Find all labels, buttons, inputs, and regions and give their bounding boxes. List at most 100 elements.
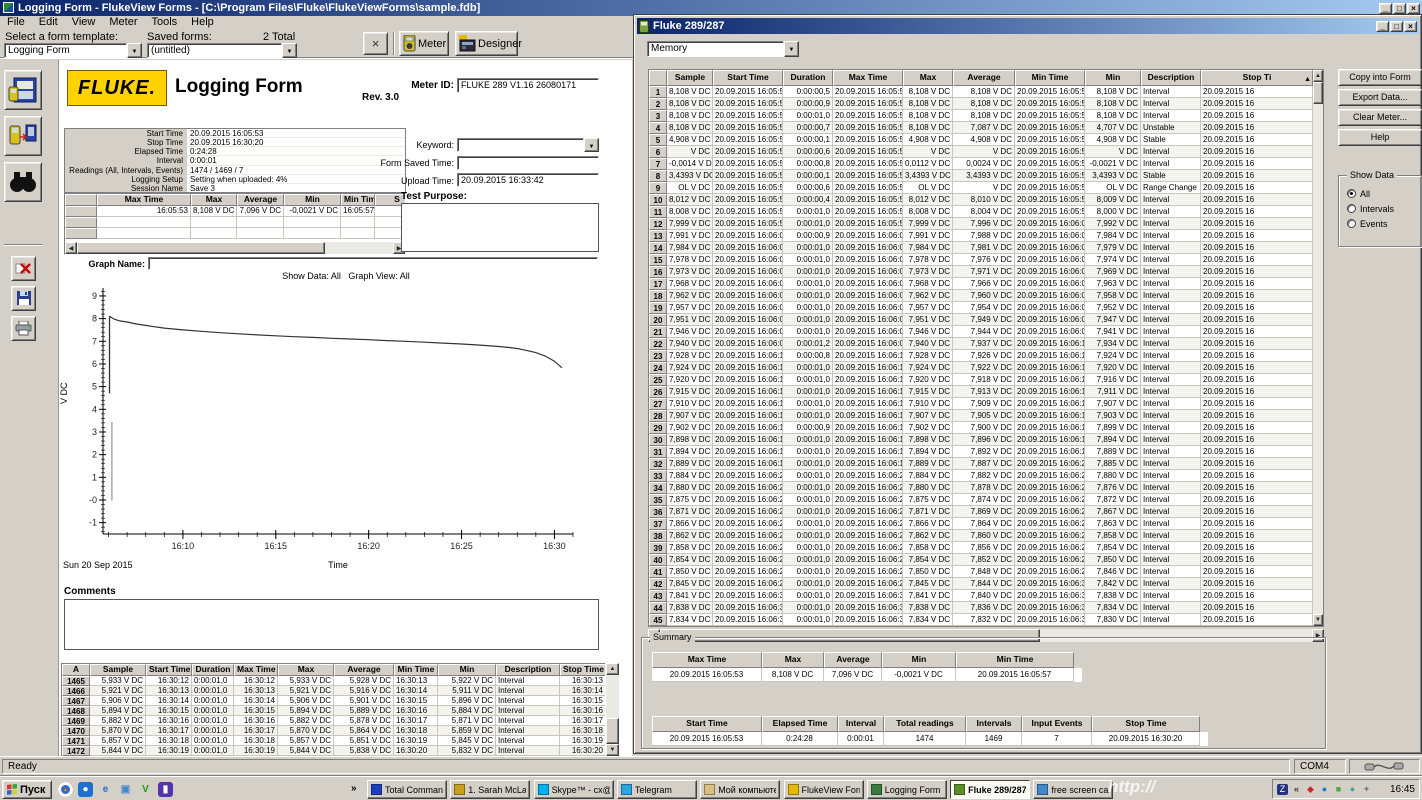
scroll-down-button[interactable]: ▼ (606, 744, 619, 756)
table-row[interactable]: 48,108 V DC20.09.2015 16:05:550:00:00,72… (649, 122, 1313, 134)
form-template-select[interactable]: Logging Form (4, 43, 142, 58)
column-header[interactable]: Min (284, 194, 341, 206)
table-row[interactable]: 307,898 V DC20.09.2015 16:06:170:00:01,0… (649, 434, 1313, 446)
task-button[interactable]: free screen capture tool ... (1033, 780, 1113, 799)
upload-from-meter-button[interactable] (4, 116, 42, 156)
start-button[interactable]: Пуск (2, 780, 52, 799)
scroll-down-button[interactable]: ▼ (1313, 614, 1323, 626)
table-row[interactable]: 83,4393 V DC20.09.2015 16:05:570:00:00,1… (649, 170, 1313, 182)
table-row[interactable]: 147,984 V DC20.09.2015 16:06:010:00:01,0… (649, 242, 1313, 254)
scroll-thumb[interactable] (77, 242, 325, 254)
table-row[interactable]: 347,880 V DC20.09.2015 16:06:210:00:01,0… (649, 482, 1313, 494)
floppy-icon[interactable]: ▮ (158, 782, 173, 797)
table-row[interactable]: 14665,921 V DC16:30:130:00:01,016:30:135… (62, 686, 605, 696)
vertical-scrollbar[interactable]: ▲▼ (1313, 70, 1323, 626)
tray-clock[interactable]: 16:45 (1390, 784, 1415, 795)
table-row[interactable]: 317,894 V DC20.09.2015 16:06:180:00:01,0… (649, 446, 1313, 458)
keyword-select[interactable] (457, 138, 599, 152)
column-header[interactable]: Duration (783, 70, 833, 86)
column-header[interactable]: Description (496, 664, 560, 676)
menu-tools[interactable]: Tools (144, 16, 184, 29)
menu-edit[interactable]: Edit (32, 16, 65, 29)
minimize-button[interactable]: _ (1376, 21, 1389, 32)
table-row[interactable]: 207,951 V DC20.09.2015 16:06:070:00:01,0… (649, 314, 1313, 326)
table-row[interactable]: 297,902 V DC20.09.2015 16:06:160:00:00,9… (649, 422, 1313, 434)
table-row[interactable]: 16:05:538,108 V DC7,096 V DC-0,0021 V DC… (65, 206, 406, 217)
tray-collapse-icon[interactable]: « (1291, 784, 1302, 795)
column-header[interactable]: Total readings (884, 716, 966, 732)
table-row[interactable]: 157,978 V DC20.09.2015 16:06:020:00:01,0… (649, 254, 1313, 266)
graph-name-field[interactable] (148, 257, 598, 270)
scroll-up-button[interactable]: ▲ (1313, 70, 1323, 82)
table-row[interactable]: 187,962 V DC20.09.2015 16:06:050:00:01,0… (649, 290, 1313, 302)
table-row[interactable]: 237,928 V DC20.09.2015 16:06:100:00:00,8… (649, 350, 1313, 362)
table-row[interactable]: 357,875 V DC20.09.2015 16:06:220:00:01,0… (649, 494, 1313, 506)
menu-help[interactable]: Help (184, 16, 221, 29)
column-header[interactable]: Min Time (341, 194, 375, 206)
designer-button[interactable]: Designer (455, 31, 518, 56)
column-header[interactable] (65, 194, 97, 206)
table-row[interactable]: 337,884 V DC20.09.2015 16:06:200:00:01,0… (649, 470, 1313, 482)
vertical-scrollbar[interactable]: ▲▼ (606, 663, 619, 756)
memory-select[interactable]: Memory (647, 41, 799, 57)
menu-file[interactable]: File (0, 16, 32, 29)
table-row[interactable]: 20.09.2015 16:05:538,108 V DC7,096 V DC-… (652, 668, 1082, 682)
app-icon[interactable]: ▣ (118, 782, 133, 797)
column-header[interactable]: Interval (838, 716, 884, 732)
tray-icon-4[interactable]: ■ (1333, 784, 1344, 795)
table-row[interactable]: 18,108 V DC20.09.2015 16:05:530:00:00,52… (649, 86, 1313, 98)
table-row[interactable]: 387,862 V DC20.09.2015 16:06:250:00:01,0… (649, 530, 1313, 542)
column-header[interactable]: Max Time (97, 194, 191, 206)
table-row[interactable]: 247,924 V DC20.09.2015 16:06:110:00:01,0… (649, 362, 1313, 374)
table-row[interactable]: 137,991 V DC20.09.2015 16:06:000:00:00,9… (649, 230, 1313, 242)
task-button[interactable]: Total Commander 8.51a ... (367, 780, 447, 799)
column-header[interactable]: Average (334, 664, 394, 676)
radio-all[interactable]: All (1339, 186, 1421, 201)
meter-window-title-bar[interactable]: Fluke 289/287 _ □ × (637, 18, 1419, 34)
table-row[interactable]: 227,940 V DC20.09.2015 16:06:090:00:01,2… (649, 338, 1313, 350)
scroll-track[interactable] (606, 675, 619, 718)
table-row[interactable]: 20.09.2015 16:05:530:24:280:00:011474146… (652, 732, 1208, 746)
help-button[interactable]: Help (1338, 129, 1422, 146)
task-button[interactable]: Fluke 289/287 (950, 780, 1030, 799)
table-row[interactable]: 377,866 V DC20.09.2015 16:06:240:00:01,0… (649, 518, 1313, 530)
column-header[interactable]: Elapsed Time (762, 716, 838, 732)
column-header[interactable]: Min (882, 652, 956, 668)
column-header[interactable] (649, 70, 667, 86)
scroll-left-button[interactable]: ◀ (65, 242, 77, 254)
voltage-graph[interactable]: 987654321-0-116:1016:1516:2016:2516:30 (79, 282, 579, 558)
column-header[interactable]: Min Time (956, 652, 1074, 668)
column-header[interactable]: Max (762, 652, 824, 668)
scroll-thumb[interactable] (1313, 82, 1323, 104)
copy-into-form-button[interactable]: Copy into Form (1338, 69, 1422, 86)
table-row[interactable]: 397,858 V DC20.09.2015 16:06:260:00:01,0… (649, 542, 1313, 554)
table-row[interactable]: 257,920 V DC20.09.2015 16:06:120:00:01,0… (649, 374, 1313, 386)
table-row[interactable]: 127,999 V DC20.09.2015 16:05:590:00:01,0… (649, 218, 1313, 230)
column-header[interactable]: Sample (90, 664, 146, 676)
table-row[interactable]: 367,871 V DC20.09.2015 16:06:230:00:01,0… (649, 506, 1313, 518)
table-row[interactable]: 217,946 V DC20.09.2015 16:06:080:00:01,0… (649, 326, 1313, 338)
tray-icon-5[interactable]: ● (1347, 784, 1358, 795)
table-row[interactable]: 14695,882 V DC16:30:160:00:01,016:30:165… (62, 716, 605, 726)
column-header[interactable]: Min (438, 664, 496, 676)
column-header[interactable]: Min Time (1015, 70, 1085, 86)
table-row[interactable]: 9OL V DC20.09.2015 16:05:570:00:00,620.0… (649, 182, 1313, 194)
column-header[interactable]: Max (191, 194, 237, 206)
delete-button[interactable] (11, 256, 36, 281)
export-data-button[interactable]: Export Data... (1338, 89, 1422, 106)
column-header[interactable]: Max Time (833, 70, 903, 86)
table-row[interactable] (65, 217, 406, 228)
column-header[interactable]: Min (1085, 70, 1141, 86)
table-row[interactable]: 14685,894 V DC16:30:150:00:01,016:30:155… (62, 706, 605, 716)
task-button[interactable]: Telegram (617, 780, 697, 799)
close-button[interactable]: × (1404, 21, 1417, 32)
table-row[interactable]: 277,910 V DC20.09.2015 16:06:140:00:01,0… (649, 398, 1313, 410)
tray-icon-2[interactable]: ◆ (1305, 784, 1316, 795)
upload-time-field[interactable]: 20.09.2015 16:33:42 (457, 173, 599, 187)
column-header[interactable]: Max Time (652, 652, 762, 668)
table-row[interactable]: 407,854 V DC20.09.2015 16:06:270:00:01,0… (649, 554, 1313, 566)
table-row[interactable]: 14655,933 V DC16:30:120:00:01,016:30:125… (62, 676, 605, 686)
search-button[interactable] (4, 162, 42, 202)
table-row[interactable]: 14705,870 V DC16:30:170:00:01,016:30:175… (62, 726, 605, 736)
tray-icon-3[interactable]: ● (1319, 784, 1330, 795)
